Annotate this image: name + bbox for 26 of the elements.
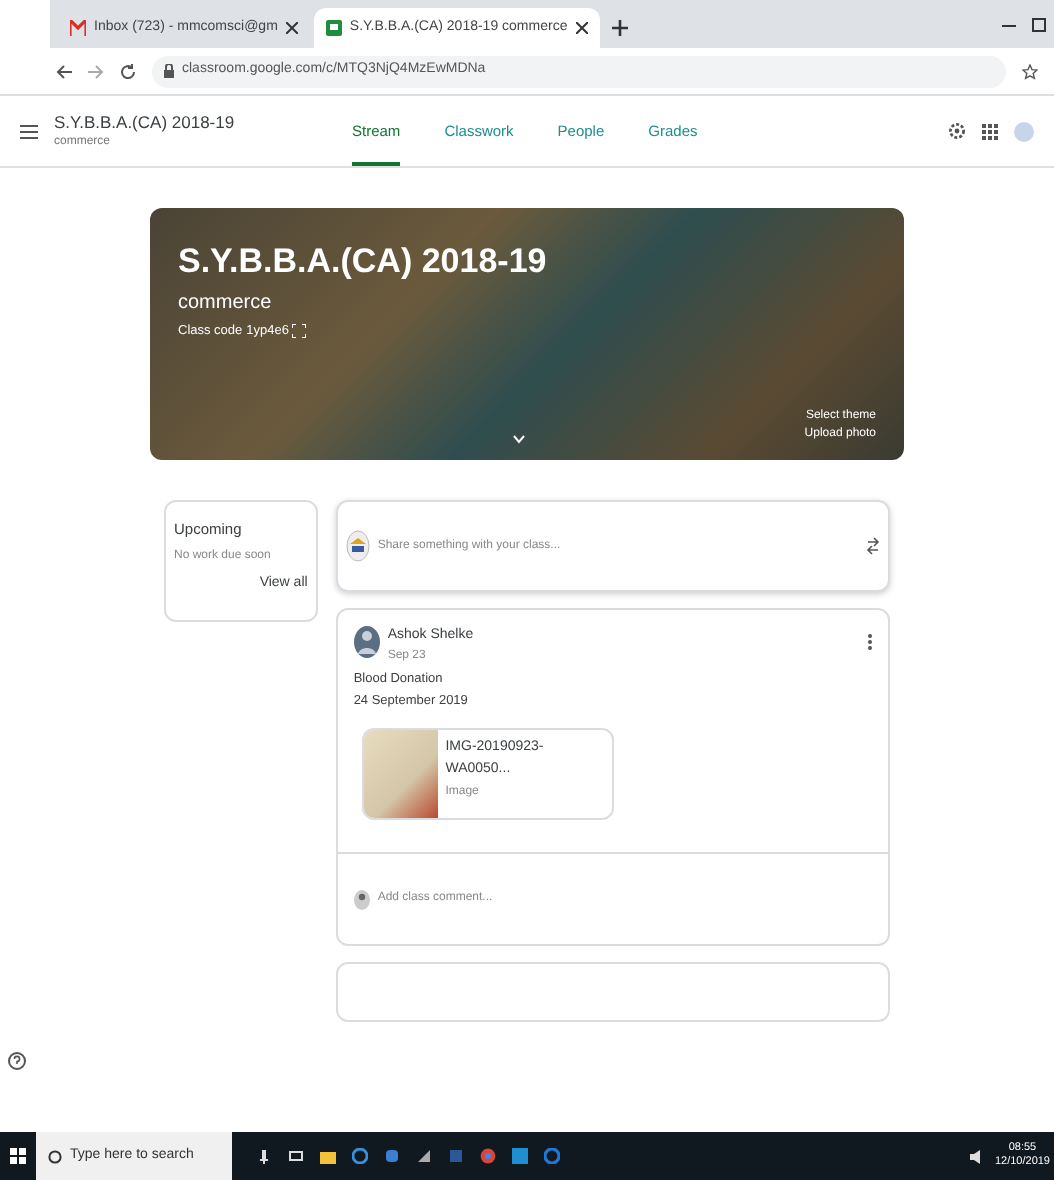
repost-icon[interactable]: [866, 536, 880, 556]
star-icon[interactable]: [1022, 63, 1038, 79]
help-icon[interactable]: [8, 1052, 26, 1070]
lock-icon: [164, 64, 174, 78]
task-view-icon[interactable]: [288, 1148, 304, 1164]
avatar-icon: [353, 626, 380, 658]
banner-section: commerce: [178, 287, 876, 317]
logo-icon: [345, 530, 370, 562]
close-icon[interactable]: [575, 22, 588, 34]
image-thumbnail: [363, 730, 438, 818]
menu-icon[interactable]: [20, 123, 38, 139]
settings-icon[interactable]: [948, 122, 966, 140]
reload-icon[interactable]: [120, 63, 136, 79]
banner-title: S.Y.B.B.A.(CA) 2018-19: [178, 240, 549, 284]
browser-icon[interactable]: [352, 1148, 368, 1164]
avatar-icon: [353, 889, 370, 909]
browser-icon[interactable]: [544, 1148, 560, 1164]
fullscreen-icon[interactable]: [292, 323, 307, 338]
back-icon[interactable]: [56, 63, 72, 79]
maximize-icon[interactable]: [1032, 17, 1046, 31]
search-icon: [48, 1149, 62, 1163]
chevron-down-icon[interactable]: [512, 434, 526, 444]
class-name[interactable]: S.Y.B.B.A.(CA) 2018-19: [54, 109, 314, 135]
close-icon[interactable]: [285, 22, 298, 34]
new-tab-icon[interactable]: [611, 20, 628, 36]
apps-grid-icon[interactable]: [982, 123, 998, 139]
